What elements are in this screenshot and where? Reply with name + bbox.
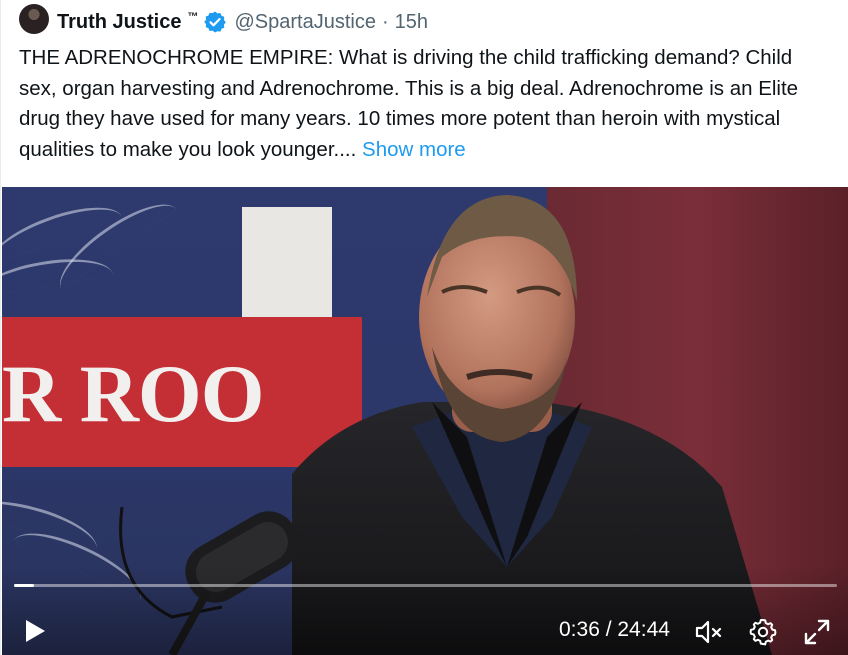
- trademark-symbol: ™: [187, 11, 199, 23]
- separator-dot: ·: [381, 10, 389, 33]
- user-handle[interactable]: @SpartaJustice: [234, 11, 375, 34]
- progress-fill: [14, 584, 34, 587]
- avatar[interactable]: [19, 4, 49, 34]
- play-button[interactable]: [22, 618, 48, 644]
- volume-muted-icon: [695, 620, 722, 644]
- tweet-text: THE ADRENOCHROME EMPIRE: What is driving…: [19, 43, 834, 165]
- video-player[interactable]: R ROO 0:36 / 24:44: [2, 187, 848, 655]
- time-display: 0:36 / 24:44: [559, 618, 670, 641]
- settings-button[interactable]: [748, 617, 778, 647]
- play-icon: [26, 620, 45, 642]
- settings-gear-icon: [749, 619, 777, 646]
- timestamp[interactable]: 15h: [395, 11, 428, 34]
- fullscreen-expand-icon: [804, 619, 830, 645]
- show-more-link[interactable]: Show more: [362, 138, 466, 161]
- volume-muted-button[interactable]: [694, 617, 724, 647]
- progress-bar[interactable]: [14, 584, 837, 587]
- backdrop-logo-text: R ROO: [2, 348, 264, 439]
- verified-badge-icon: [203, 10, 227, 34]
- tweet-header: Truth Justice ™ @SpartaJustice · 15h: [19, 4, 428, 38]
- display-name[interactable]: Truth Justice: [57, 11, 181, 34]
- fullscreen-button[interactable]: [802, 617, 832, 647]
- tweet-card: Truth Justice ™ @SpartaJustice · 15h THE…: [0, 0, 848, 655]
